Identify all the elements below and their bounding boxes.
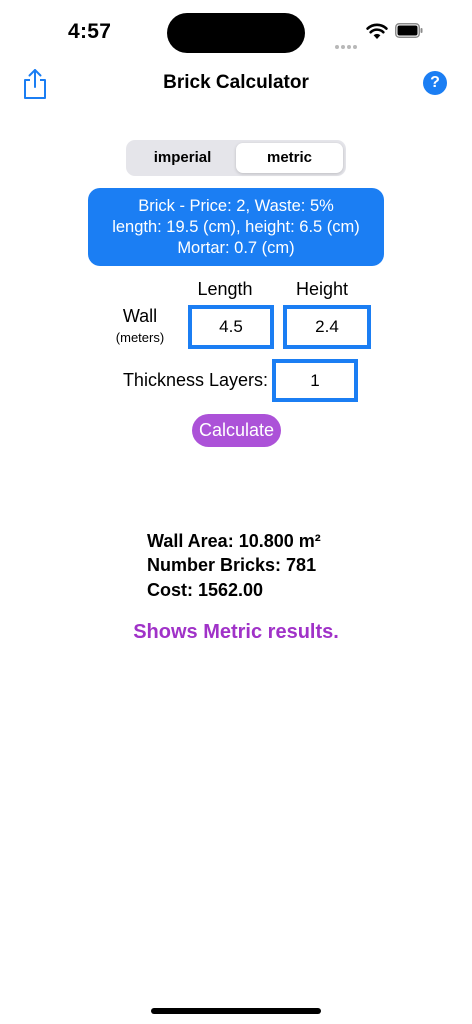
units-segmented-control: imperial metric — [126, 140, 346, 176]
dynamic-island — [167, 13, 305, 53]
cellular-signal-icon — [335, 36, 361, 49]
wall-height-input[interactable] — [283, 305, 371, 349]
status-time: 4:57 — [68, 20, 112, 43]
page-title: Brick Calculator — [163, 72, 309, 93]
segment-imperial[interactable]: imperial — [129, 143, 236, 173]
brick-info-line-mortar: Mortar: 0.7 (cm) — [177, 239, 295, 257]
help-button[interactable]: ? — [423, 71, 447, 95]
segment-metric[interactable]: metric — [236, 143, 343, 173]
brick-info-box[interactable]: Brick - Price: 2, Waste: 5% length: 19.5… — [88, 188, 384, 266]
wall-label: Wall — [122, 306, 158, 326]
results-note: Shows Metric results. — [133, 621, 339, 643]
battery-icon — [395, 23, 423, 38]
length-header: Length — [197, 279, 253, 299]
thickness-label: Thickness Layers: — [122, 370, 268, 390]
result-number-bricks: Number Bricks: 781 — [147, 555, 317, 575]
brick-info-line-size: length: 19.5 (cm), height: 6.5 (cm) — [112, 218, 360, 236]
result-cost: Cost: 1562.00 — [147, 580, 264, 600]
wall-length-input[interactable] — [188, 305, 274, 349]
wall-unit-label: (meters) — [115, 330, 165, 345]
brick-info-line-price: Brick - Price: 2, Waste: 5% — [138, 197, 334, 215]
height-header: Height — [295, 279, 349, 299]
calculate-button[interactable]: Calculate — [192, 414, 281, 447]
wifi-icon — [366, 23, 388, 39]
thickness-layers-input[interactable] — [272, 359, 358, 402]
home-indicator[interactable] — [151, 1008, 321, 1014]
result-wall-area: Wall Area: 10.800 m² — [147, 531, 321, 551]
